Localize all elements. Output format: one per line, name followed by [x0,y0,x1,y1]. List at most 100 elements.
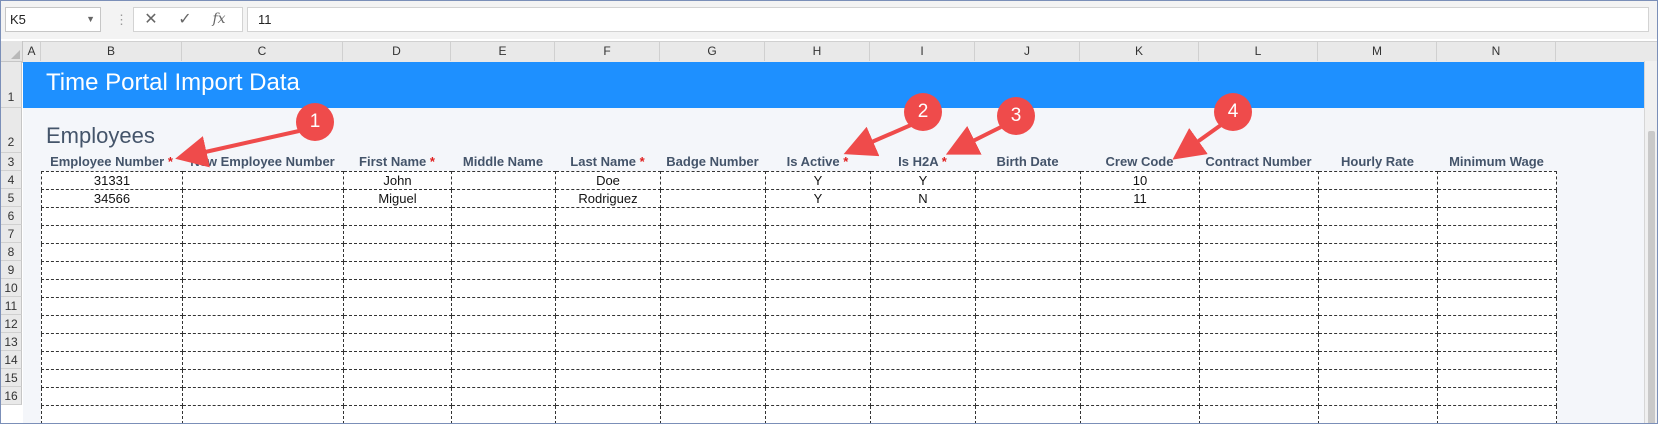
grid-cell[interactable] [1318,225,1438,244]
grid-cell[interactable] [975,351,1081,370]
grid-cell[interactable] [41,279,183,298]
grid-cell[interactable] [1080,279,1200,298]
grid-cell[interactable] [660,333,766,352]
row-header-12[interactable]: 12 [1,315,22,333]
grid-cell[interactable] [1437,279,1557,298]
grid-cell[interactable] [1318,351,1438,370]
grid-cell[interactable] [1199,243,1319,262]
grid-cell[interactable] [660,225,766,244]
grid-cell[interactable] [1437,225,1557,244]
grid-cell[interactable] [660,243,766,262]
grid-cell[interactable] [660,279,766,298]
grid-cell[interactable] [1080,243,1200,262]
row-header-5[interactable]: 5 [1,189,22,207]
grid-cell[interactable] [765,351,871,370]
grid-cell[interactable] [765,297,871,316]
row-header-14[interactable]: 14 [1,351,22,369]
vertical-scrollbar[interactable] [1644,61,1657,423]
row-header-13[interactable]: 13 [1,333,22,351]
grid-cell[interactable] [1437,189,1557,208]
grid-cell[interactable] [41,333,183,352]
grid-cell[interactable] [343,333,452,352]
grid-cell[interactable] [451,207,556,226]
column-header-m[interactable]: M [1318,41,1437,61]
grid-cell[interactable] [870,225,976,244]
grid-cell[interactable] [765,207,871,226]
grid-cell[interactable] [870,387,976,406]
grid-cell[interactable] [41,351,183,370]
grid-cell[interactable]: Y [765,171,871,190]
grid-cell[interactable] [1437,351,1557,370]
grid-cell[interactable] [1199,333,1319,352]
grid-cell[interactable] [555,279,661,298]
grid-cell[interactable] [975,207,1081,226]
grid-cell[interactable] [182,225,344,244]
grid-cell[interactable] [343,351,452,370]
grid-cell[interactable] [870,243,976,262]
grid-cell[interactable] [343,297,452,316]
column-header-k[interactable]: K [1080,41,1199,61]
grid-cell[interactable] [765,315,871,334]
column-header-l[interactable]: L [1199,41,1318,61]
column-header-i[interactable]: I [870,41,975,61]
row-header-7[interactable]: 7 [1,225,22,243]
grid-cell[interactable] [975,297,1081,316]
grid-cell[interactable] [870,405,976,423]
grid-cell[interactable] [765,261,871,280]
grid-cell[interactable] [41,207,183,226]
grid-cell[interactable] [451,189,556,208]
grid-cell[interactable] [1318,333,1438,352]
grid-cell[interactable]: N [870,189,976,208]
grid-cell[interactable] [1318,315,1438,334]
grid-cell[interactable] [1318,387,1438,406]
column-header-h[interactable]: H [765,41,870,61]
grid-cell[interactable] [182,333,344,352]
grid-cell[interactable] [660,405,766,423]
row-header-16[interactable]: 16 [1,387,22,405]
grid-cell[interactable] [975,333,1081,352]
row-header-3[interactable]: 3 [1,153,22,171]
grid-cell[interactable]: Y [870,171,976,190]
grid-cell[interactable] [555,387,661,406]
grid-cell[interactable] [1199,297,1319,316]
grid-cell[interactable] [1318,261,1438,280]
grid-cell[interactable] [343,405,452,423]
grid-cell[interactable] [1199,261,1319,280]
column-header-d[interactable]: D [343,41,451,61]
grid-cell[interactable]: 11 [1080,189,1200,208]
grid-cell[interactable]: Rodriguez [555,189,661,208]
column-header-e[interactable]: E [451,41,555,61]
grid-cell[interactable] [870,279,976,298]
grid-cell[interactable] [182,261,344,280]
grid-cell[interactable] [1199,225,1319,244]
grid-cell[interactable] [555,261,661,280]
grid-cell[interactable] [975,261,1081,280]
row-header-4[interactable]: 4 [1,171,22,189]
row-header-6[interactable]: 6 [1,207,22,225]
grid-cell[interactable] [182,387,344,406]
grid-cell[interactable] [555,243,661,262]
grid-cell[interactable] [1080,333,1200,352]
column-header-c[interactable]: C [182,41,343,61]
grid-cell[interactable] [975,225,1081,244]
grid-cell[interactable] [765,243,871,262]
grid-cell[interactable] [1199,351,1319,370]
name-box[interactable]: K5 ▼ [5,7,101,32]
grid-cell[interactable] [660,261,766,280]
grid-cell[interactable] [975,171,1081,190]
chevron-down-icon[interactable]: ▼ [86,8,95,31]
grid-cell[interactable]: John [343,171,452,190]
grid-cell[interactable] [555,333,661,352]
grid-cell[interactable] [1437,207,1557,226]
grid-cell[interactable]: 10 [1080,171,1200,190]
grid-cell[interactable] [1080,369,1200,388]
grid-cell[interactable] [1437,243,1557,262]
grid-cell[interactable] [343,225,452,244]
grid-cell[interactable] [1437,171,1557,190]
grid-cell[interactable] [182,297,344,316]
grid-cell[interactable] [975,387,1081,406]
grid-cell[interactable] [451,315,556,334]
grid-cell[interactable] [343,315,452,334]
grid-cell[interactable] [975,315,1081,334]
grid-cell[interactable] [1318,369,1438,388]
